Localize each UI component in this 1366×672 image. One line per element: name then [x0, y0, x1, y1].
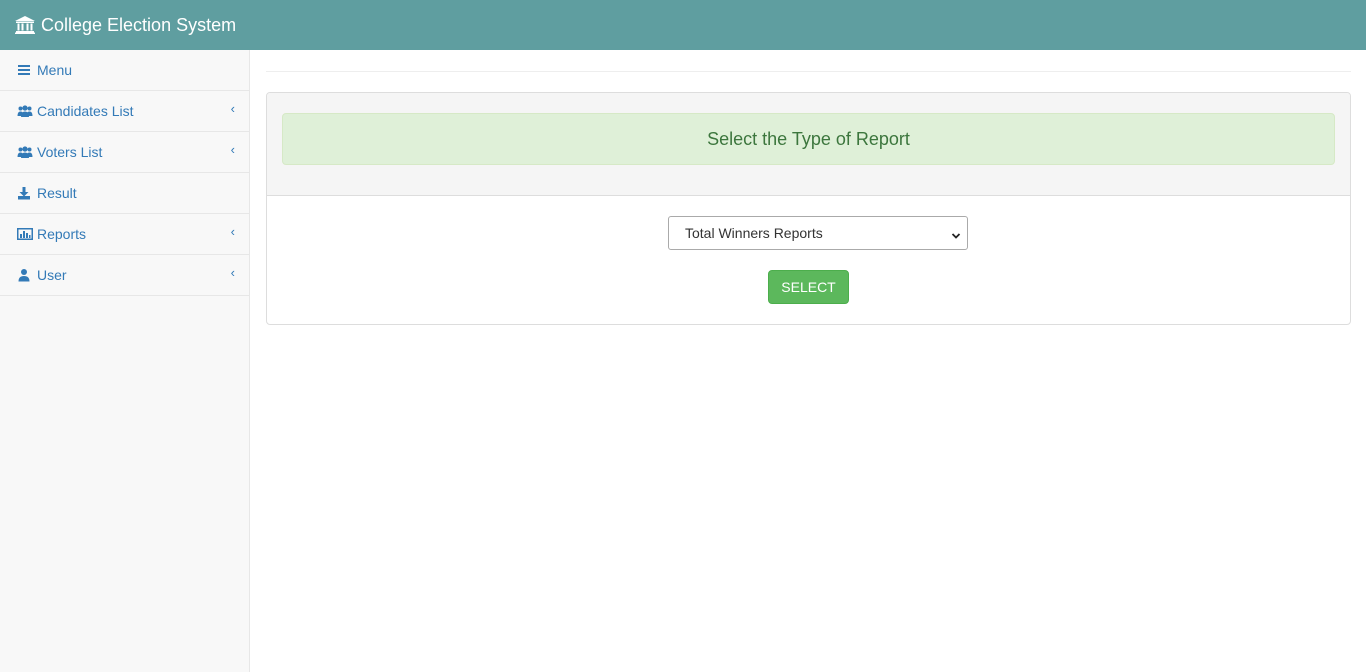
sidebar-item-result[interactable]: Result — [0, 173, 249, 214]
panel-body: Total Winners Reports SELECT — [267, 196, 1350, 324]
sidebar-item-label: Reports — [37, 226, 87, 242]
bar-chart-icon — [17, 227, 33, 241]
sidebar-item-reports[interactable]: Reports ‹ — [0, 214, 249, 255]
chevron-left-icon: ‹ — [230, 142, 235, 157]
app-title: College Election System — [41, 14, 237, 35]
report-panel: Select the Type of Report Total Winners … — [266, 92, 1351, 325]
divider — [266, 71, 1351, 72]
sidebar-item-label: User — [37, 267, 67, 283]
sidebar-item-menu[interactable]: Menu — [0, 50, 249, 91]
chevron-left-icon: ‹ — [230, 265, 235, 280]
panel-heading: Select the Type of Report — [267, 93, 1350, 196]
report-type-select[interactable]: Total Winners Reports — [668, 216, 968, 250]
download-icon — [17, 186, 33, 200]
institution-icon — [15, 16, 35, 34]
sidebar-item-label: Menu — [37, 62, 73, 78]
sidebar-item-label: Result — [37, 185, 77, 201]
brand-link[interactable]: College Election System — [15, 15, 236, 36]
sidebar-item-user[interactable]: User ‹ — [0, 255, 249, 296]
main-content: Select the Type of Report Total Winners … — [251, 50, 1366, 672]
sidebar-item-label: Candidates List — [37, 103, 134, 119]
chevron-left-icon: ‹ — [230, 224, 235, 239]
report-heading-alert: Select the Type of Report — [282, 113, 1335, 165]
users-icon — [17, 104, 33, 118]
sidebar: Menu Candidates List ‹ Voters List ‹ Res… — [0, 50, 250, 672]
chevron-down-icon — [951, 228, 961, 239]
user-icon — [17, 268, 33, 282]
users-icon — [17, 145, 33, 159]
top-navbar: College Election System — [0, 0, 1366, 50]
sidebar-item-candidates-list[interactable]: Candidates List ‹ — [0, 91, 249, 132]
bars-icon — [17, 63, 33, 77]
chevron-left-icon: ‹ — [230, 101, 235, 116]
page-title: Select the Type of Report — [707, 128, 910, 149]
sidebar-item-voters-list[interactable]: Voters List ‹ — [0, 132, 249, 173]
select-button[interactable]: SELECT — [768, 270, 849, 304]
sidebar-item-label: Voters List — [37, 144, 103, 160]
report-type-selected-value: Total Winners Reports — [685, 225, 823, 241]
